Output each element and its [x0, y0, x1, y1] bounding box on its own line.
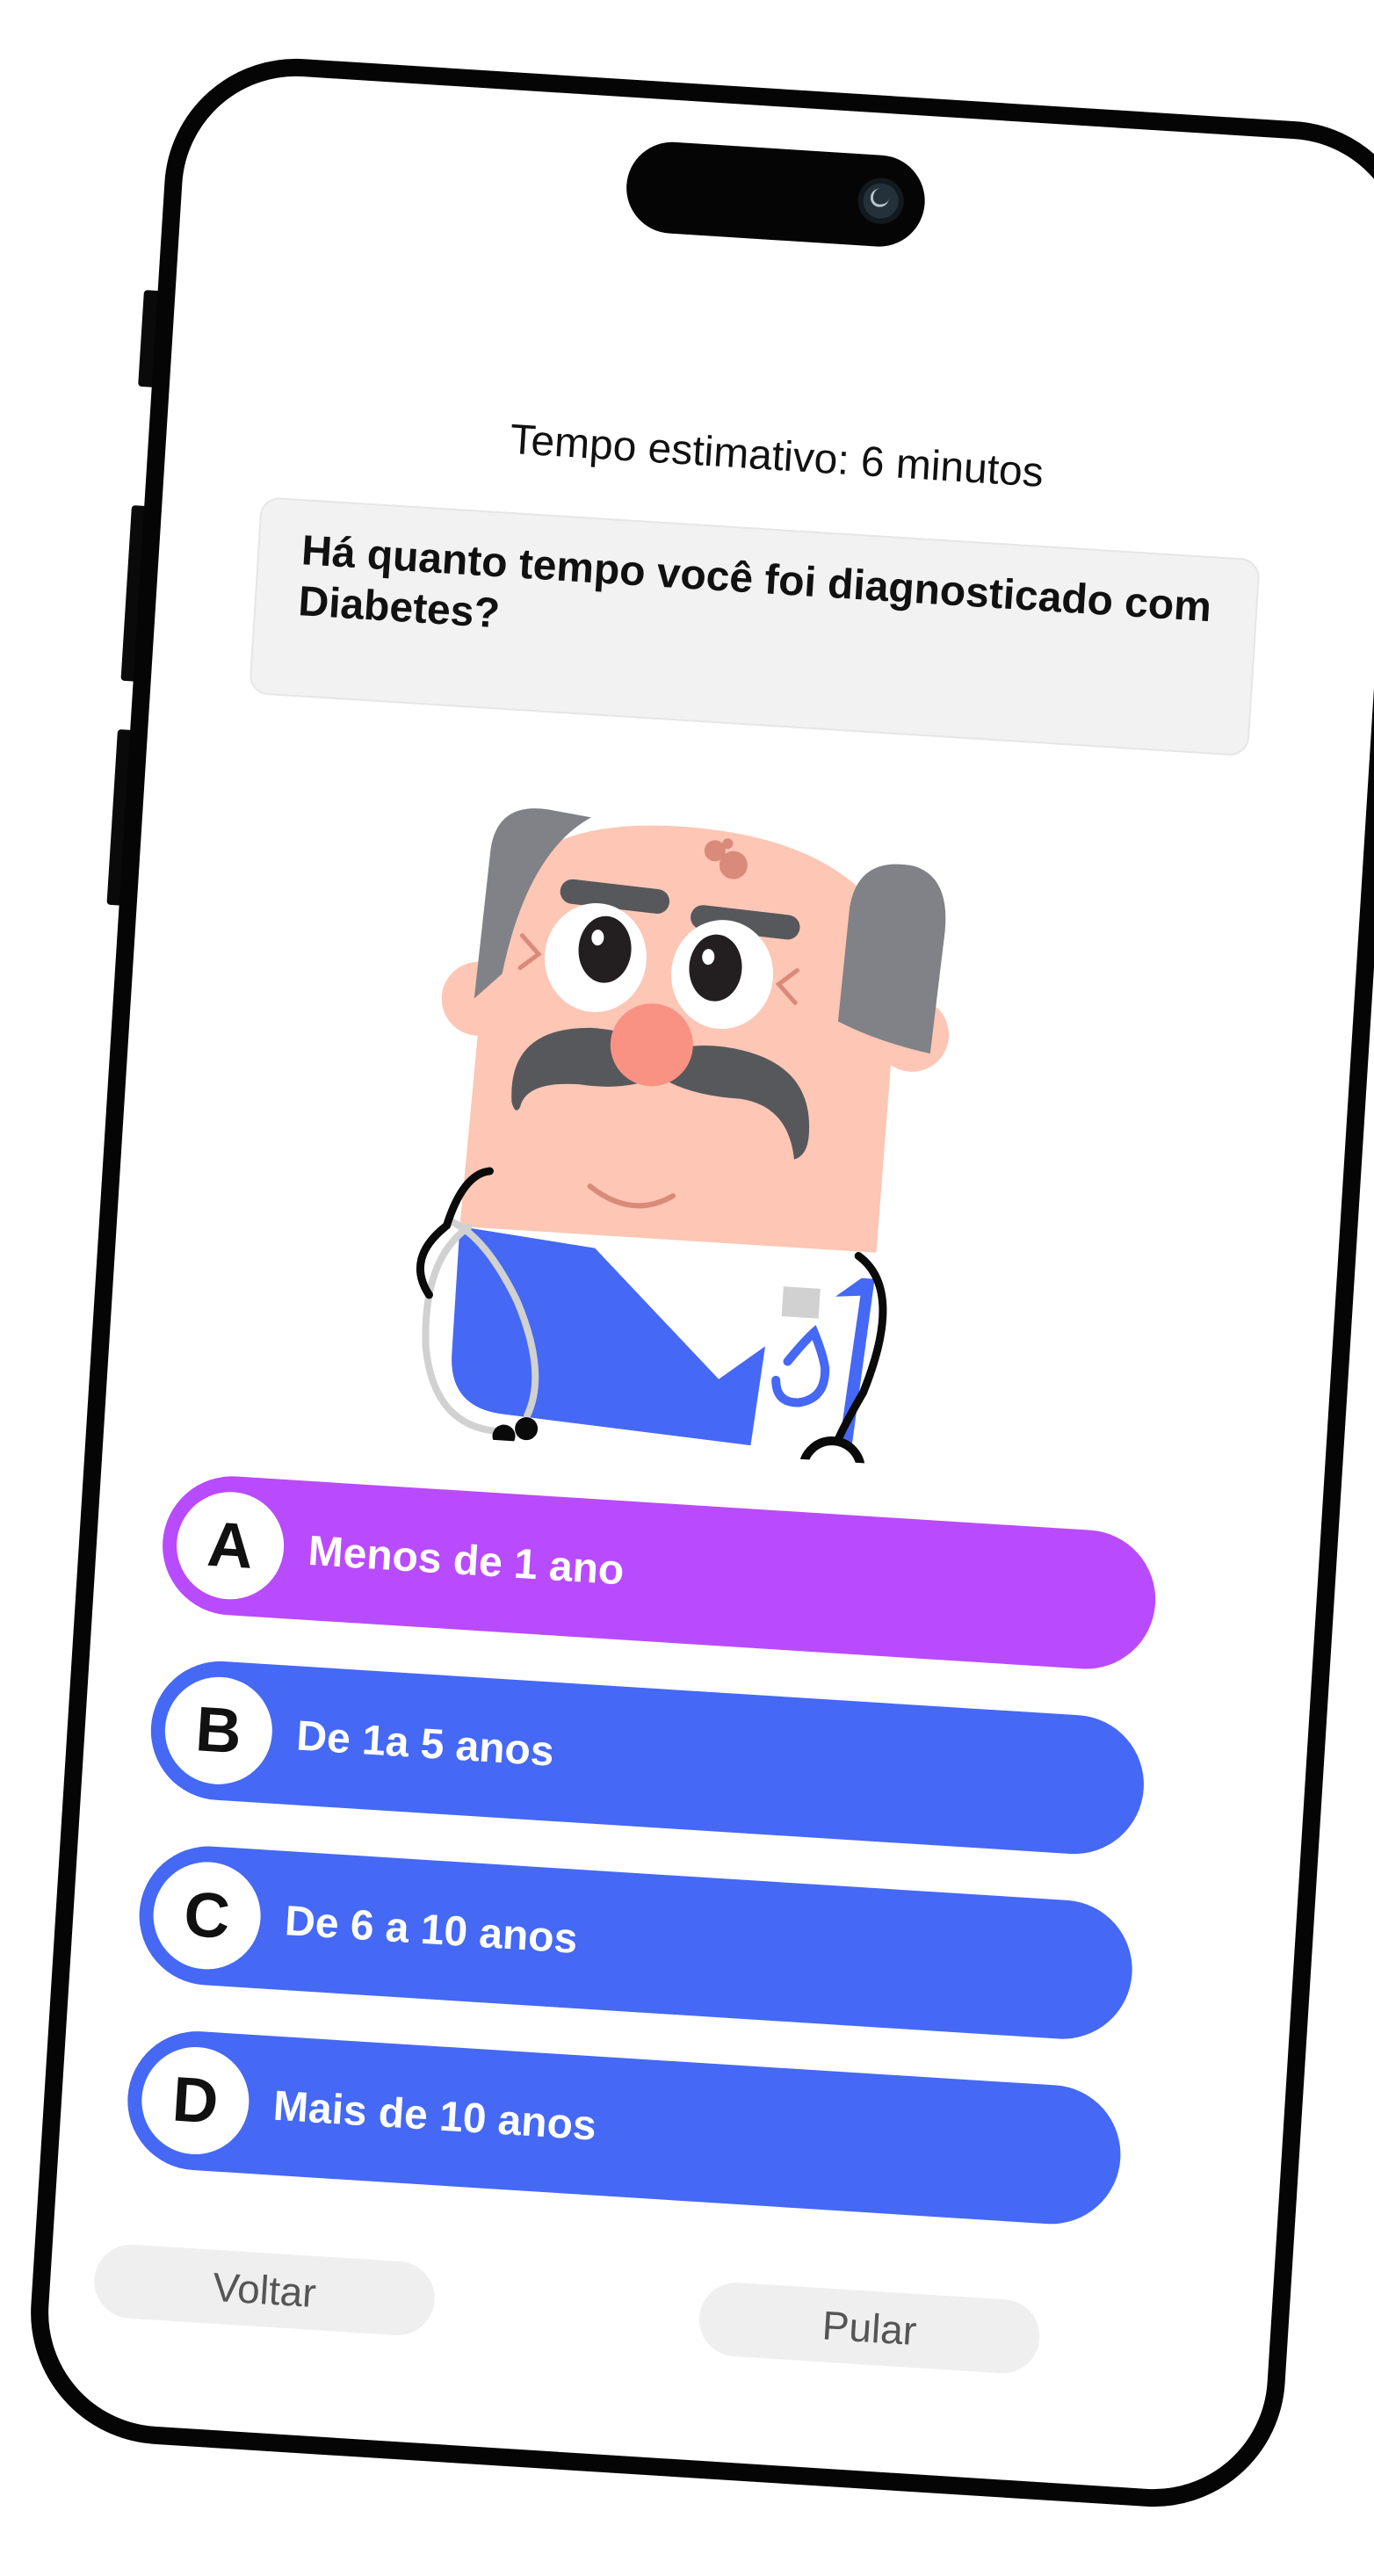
option-label: Menos de 1 ano: [307, 1527, 626, 1594]
back-button[interactable]: Voltar: [91, 2242, 438, 2338]
dynamic-island: [623, 139, 928, 250]
front-camera-icon: [857, 177, 906, 226]
option-letter-badge: B: [162, 1674, 276, 1788]
option-letter-badge: C: [149, 1858, 264, 1973]
question-text: Há quanto tempo você foi diagnosticado c…: [297, 527, 1213, 638]
estimated-time-text: Tempo estimativo: 6 minutos: [508, 416, 1045, 496]
stethoscope-earpiece: [515, 1417, 539, 1441]
option-letter-badge: D: [138, 2044, 253, 2158]
question-card: Há quanto tempo você foi diagnosticado c…: [249, 496, 1261, 757]
answer-option-c[interactable]: C De 6 a 10 anos: [134, 1842, 1137, 2044]
option-letter-badge: A: [173, 1488, 287, 1603]
phone-frame: Tempo estimativo: 6 minutos Há quanto te…: [23, 50, 1374, 2515]
skip-button[interactable]: Pular: [697, 2280, 1042, 2376]
badge-clip: [781, 1286, 821, 1319]
doctor-mascot-illustration: [416, 808, 950, 1473]
option-label: De 1a 5 anos: [295, 1711, 556, 1776]
phone-mockup-canvas: Tempo estimativo: 6 minutos Há quanto te…: [0, 0, 1374, 2576]
answer-option-a[interactable]: A Menos de 1 ano: [158, 1472, 1160, 1674]
option-label: De 6 a 10 anos: [283, 1897, 579, 1963]
option-label: Mais de 10 anos: [271, 2082, 598, 2150]
answer-option-d[interactable]: D Mais de 10 anos: [123, 2027, 1125, 2229]
answer-option-b[interactable]: B De 1a 5 anos: [147, 1657, 1148, 1858]
